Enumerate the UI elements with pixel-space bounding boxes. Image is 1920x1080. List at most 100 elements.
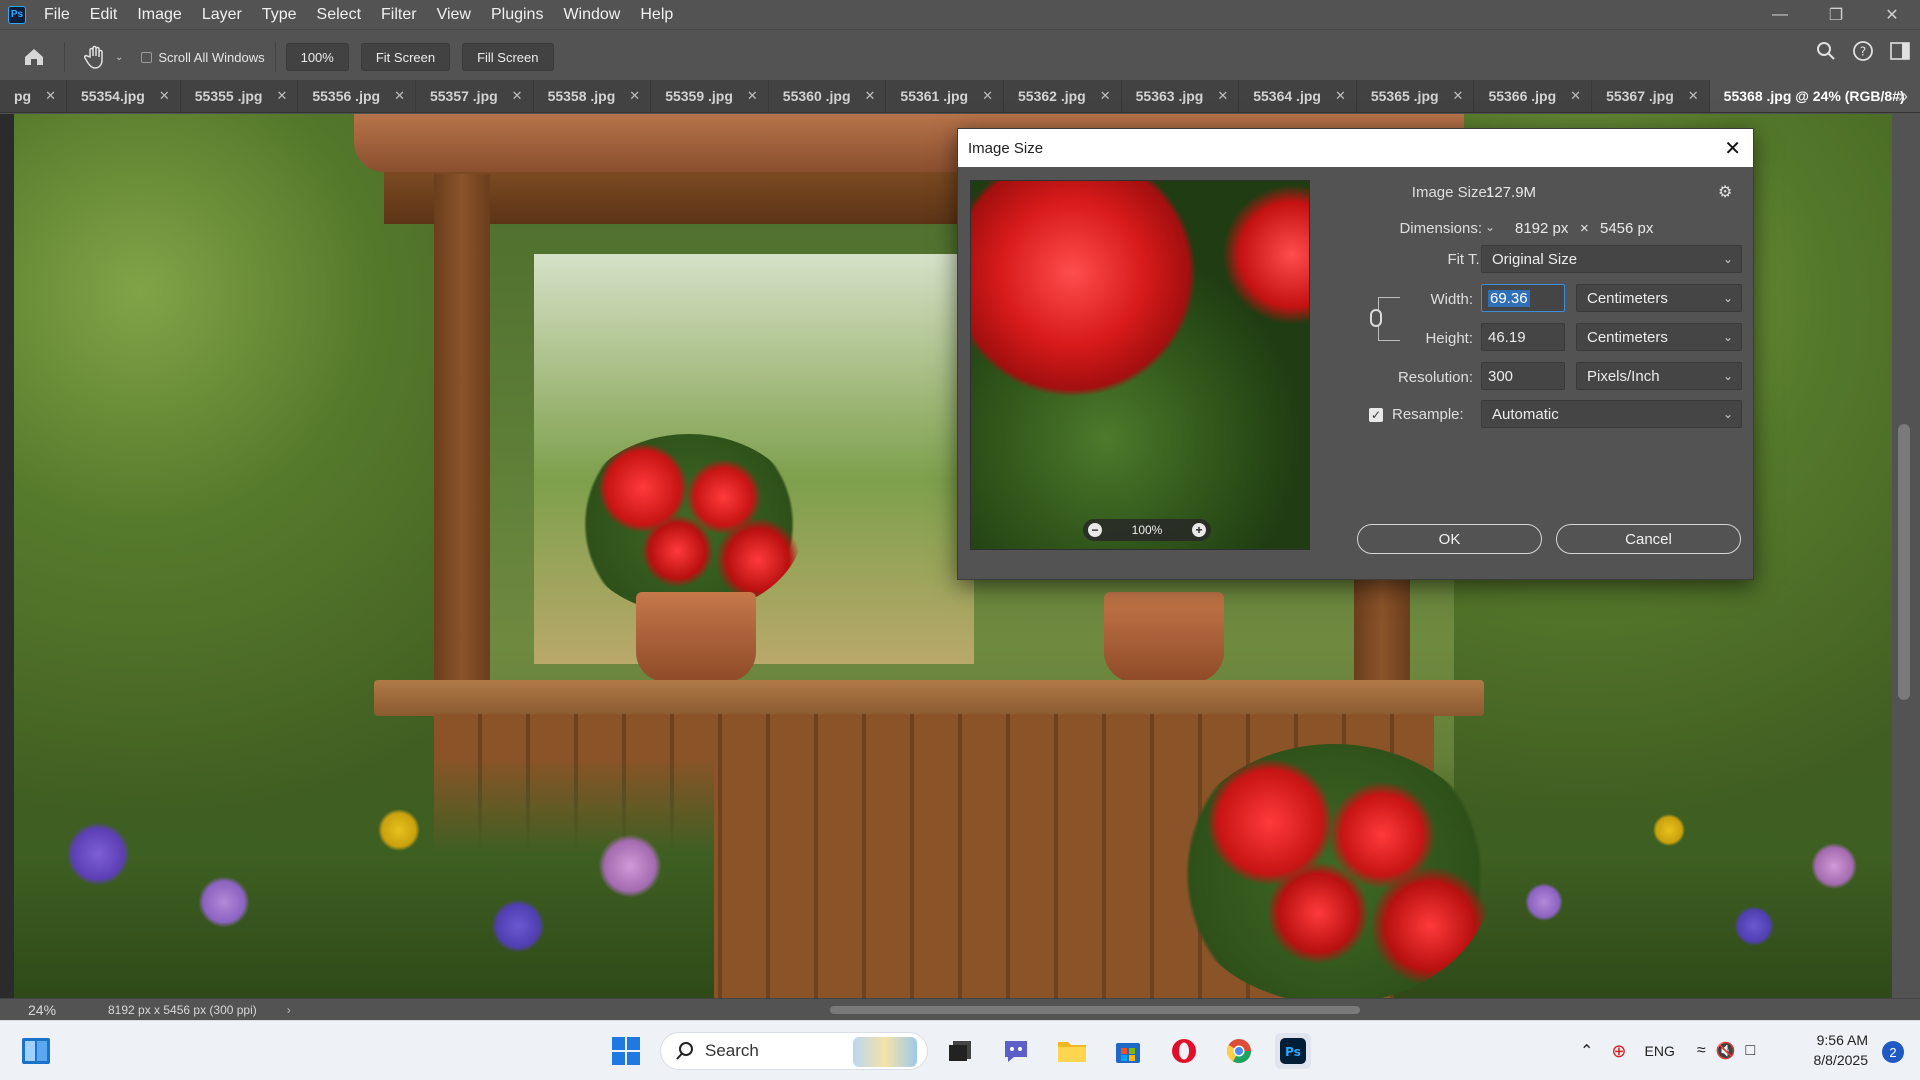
workspace-icon[interactable] xyxy=(1890,42,1910,65)
vpn-icon[interactable]: ⊕ xyxy=(1611,1041,1626,1062)
close-icon[interactable]: ✕ xyxy=(276,88,287,104)
zoom-100-button[interactable]: 100% xyxy=(285,43,349,71)
task-view-icon[interactable] xyxy=(942,1033,978,1069)
vertical-scrollbar[interactable] xyxy=(1892,114,1920,998)
menu-view[interactable]: View xyxy=(433,6,475,24)
close-icon[interactable]: ✕ xyxy=(1688,88,1699,104)
scroll-thumb[interactable] xyxy=(1898,424,1910,700)
menu-select[interactable]: Select xyxy=(313,6,365,24)
chevron-up-icon[interactable]: ⌃ xyxy=(1580,1041,1593,1061)
menu-image[interactable]: Image xyxy=(133,6,185,24)
horizontal-scrollbar[interactable] xyxy=(330,1003,1910,1017)
menu-window[interactable]: Window xyxy=(559,6,624,24)
opera-icon[interactable] xyxy=(1166,1033,1202,1069)
language-indicator[interactable]: ENG xyxy=(1645,1043,1675,1059)
tab-doc-12[interactable]: 55365 .jpg ✕ xyxy=(1357,80,1475,112)
taskbar-clock[interactable]: 9:56 AM 8/8/2025 xyxy=(1814,1030,1869,1070)
tab-doc-active[interactable]: 55368 .jpg @ 24% (RGB/8#)✕ xyxy=(1709,80,1920,112)
menu-help[interactable]: Help xyxy=(636,6,677,24)
cancel-button[interactable]: Cancel xyxy=(1556,524,1741,554)
tab-doc-2[interactable]: 55355 .jpg ✕ xyxy=(181,80,299,112)
taskbar-search[interactable]: Search xyxy=(660,1032,928,1070)
dimensions-dropdown-icon[interactable]: ⌄ xyxy=(1485,220,1495,234)
close-icon[interactable]: ✕ xyxy=(1570,88,1581,104)
search-icon[interactable] xyxy=(1816,41,1836,66)
gear-icon[interactable]: ⚙ xyxy=(1718,182,1732,202)
close-icon[interactable]: ✕ xyxy=(1335,88,1346,104)
close-icon[interactable]: ✕ xyxy=(512,88,523,104)
tab-doc-3[interactable]: 55356 .jpg ✕ xyxy=(298,80,416,112)
close-icon[interactable]: ✕ xyxy=(982,88,993,104)
close-icon[interactable]: ✕ xyxy=(1217,88,1228,104)
teams-chat-icon[interactable] xyxy=(998,1033,1034,1069)
menu-type[interactable]: Type xyxy=(258,6,301,24)
hand-tool-icon[interactable] xyxy=(75,37,115,77)
tab-doc-13[interactable]: 55366 .jpg ✕ xyxy=(1474,80,1593,112)
more-tabs-icon[interactable]: » xyxy=(1898,80,1908,112)
battery-icon[interactable]: □ xyxy=(1746,1042,1756,1060)
file-explorer-icon[interactable] xyxy=(1054,1033,1090,1069)
height-input[interactable]: 46.19 xyxy=(1481,323,1565,351)
resolution-unit-dropdown[interactable]: Pixels/Inch ⌄ xyxy=(1576,362,1742,390)
widgets-icon[interactable] xyxy=(18,1033,54,1069)
notification-badge[interactable]: 2 xyxy=(1882,1041,1904,1063)
close-icon[interactable]: ✕ xyxy=(394,88,405,104)
zoom-in-icon[interactable]: + xyxy=(1191,523,1206,537)
fill-screen-button[interactable]: Fill Screen xyxy=(462,43,554,71)
menu-edit[interactable]: Edit xyxy=(86,6,122,24)
resample-checkbox[interactable]: ✓ xyxy=(1369,408,1383,422)
menu-layer[interactable]: Layer xyxy=(198,6,246,24)
tab-doc-8[interactable]: 55361 .jpg ✕ xyxy=(886,80,1005,112)
height-unit-dropdown[interactable]: Centimeters ⌄ xyxy=(1576,323,1742,351)
chevron-right-icon[interactable]: › xyxy=(287,1003,291,1017)
scroll-thumb[interactable] xyxy=(830,1006,1360,1014)
minimize-icon[interactable]: — xyxy=(1752,0,1808,29)
zoom-out-icon[interactable]: − xyxy=(1088,523,1102,537)
dialog-titlebar[interactable]: Image Size ✕ xyxy=(958,129,1753,167)
chrome-icon[interactable] xyxy=(1221,1033,1257,1069)
tab-doc-4[interactable]: 55357 .jpg ✕ xyxy=(416,80,534,112)
zoom-level[interactable]: 24% xyxy=(0,1002,80,1018)
tab-doc-0[interactable]: pg ✕ xyxy=(0,80,68,112)
tab-doc-7[interactable]: 55360 .jpg ✕ xyxy=(769,80,887,112)
image-preview[interactable]: − 100% + xyxy=(970,180,1310,550)
menu-file[interactable]: File xyxy=(40,6,74,24)
tab-doc-5[interactable]: 55358 .jpg ✕ xyxy=(534,80,652,112)
windows-start-icon[interactable] xyxy=(608,1033,644,1069)
resample-dropdown[interactable]: Automatic ⌄ xyxy=(1481,400,1742,428)
close-icon[interactable]: ✕ xyxy=(1100,88,1111,104)
help-icon[interactable]: ? xyxy=(1852,40,1874,67)
width-unit-dropdown[interactable]: Centimeters ⌄ xyxy=(1576,284,1742,312)
close-icon[interactable]: ✕ xyxy=(629,88,640,104)
wifi-icon[interactable]: ≈ xyxy=(1697,1042,1706,1060)
document-info[interactable]: 8192 px x 5456 px (300 ppi) xyxy=(108,1003,257,1017)
tab-doc-11[interactable]: 55364 .jpg ✕ xyxy=(1239,80,1357,112)
photoshop-taskbar-icon[interactable]: Ps xyxy=(1275,1033,1311,1069)
menu-filter[interactable]: Filter xyxy=(377,6,421,24)
checkbox-box[interactable] xyxy=(141,51,153,63)
close-icon[interactable]: ✕ xyxy=(1453,88,1464,104)
volume-muted-icon[interactable]: 🔇 xyxy=(1716,1041,1736,1061)
close-icon[interactable]: ✕ xyxy=(45,88,56,104)
tab-doc-6[interactable]: 55359 .jpg ✕ xyxy=(651,80,769,112)
maximize-icon[interactable]: ❐ xyxy=(1808,0,1864,29)
close-icon[interactable]: ✕ xyxy=(747,88,758,104)
tab-doc-9[interactable]: 55362 .jpg ✕ xyxy=(1004,80,1122,112)
menu-plugins[interactable]: Plugins xyxy=(487,6,547,24)
tab-doc-14[interactable]: 55367 .jpg ✕ xyxy=(1592,80,1710,112)
width-input[interactable]: 69.36 xyxy=(1481,284,1565,312)
chevron-down-icon[interactable]: ⌄ xyxy=(115,52,123,63)
ok-button[interactable]: OK xyxy=(1357,524,1542,554)
close-icon[interactable]: ✕ xyxy=(865,88,876,104)
microsoft-store-icon[interactable] xyxy=(1110,1033,1146,1069)
close-icon[interactable]: ✕ xyxy=(159,88,170,104)
fit-screen-button[interactable]: Fit Screen xyxy=(360,43,451,71)
link-icon[interactable] xyxy=(1370,309,1382,327)
fit-to-dropdown[interactable]: Original Size ⌄ xyxy=(1481,245,1742,273)
resolution-input[interactable]: 300 xyxy=(1481,362,1565,390)
scroll-all-windows-checkbox[interactable]: Scroll All Windows xyxy=(141,50,265,65)
close-icon[interactable]: ✕ xyxy=(1724,136,1741,161)
close-window-icon[interactable]: ✕ xyxy=(1864,0,1920,29)
home-icon[interactable] xyxy=(14,37,54,77)
tab-doc-10[interactable]: 55363 .jpg ✕ xyxy=(1122,80,1240,112)
